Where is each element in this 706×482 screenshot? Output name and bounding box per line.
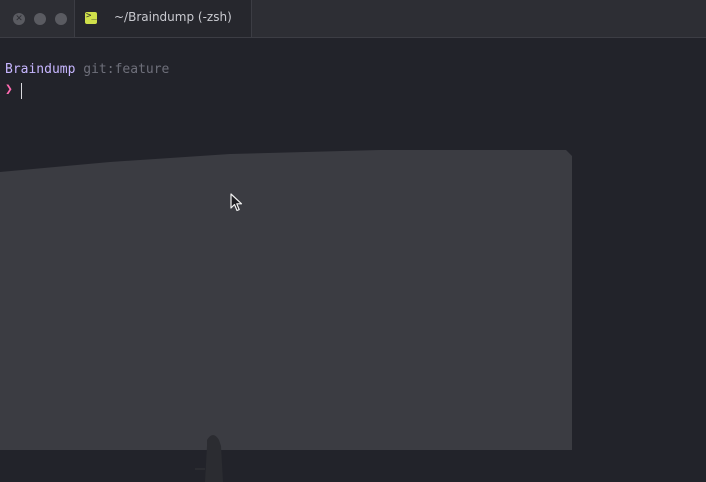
tab-title: ~/Braindump (-zsh) — [114, 10, 232, 24]
prompt-chevron-icon: ❯ — [5, 82, 13, 97]
terminal-window: ✕ >_ ~/Braindump (-zsh) Braindump git:fe… — [0, 0, 706, 482]
tab-braindump[interactable]: >_ ~/Braindump (-zsh) — [74, 0, 252, 37]
maximize-window-button[interactable] — [55, 13, 67, 25]
text-cursor — [21, 83, 22, 99]
prompt-directory: Braindump — [5, 62, 76, 77]
silhouette-figure — [195, 435, 223, 482]
minimize-window-button[interactable] — [34, 13, 46, 25]
close-window-button[interactable]: ✕ — [13, 13, 25, 25]
mouse-pointer-icon — [230, 193, 243, 212]
prompt-line: Braindump git:feature — [5, 62, 169, 77]
prompt-git-branch: git:feature — [83, 62, 170, 77]
title-bar: ✕ >_ ~/Braindump (-zsh) — [0, 0, 706, 38]
command-input-line[interactable]: ❯ — [5, 82, 22, 99]
terminal-icon: >_ — [85, 11, 97, 24]
close-icon: ✕ — [15, 14, 23, 24]
background-panel — [0, 150, 572, 450]
